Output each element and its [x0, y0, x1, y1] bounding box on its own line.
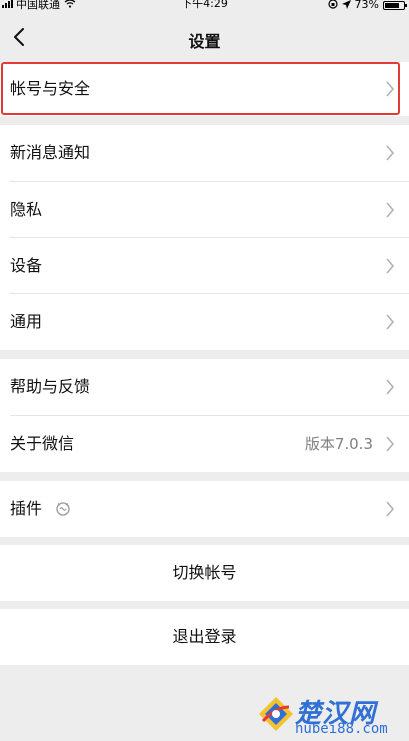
switch-account-button[interactable]: 切换帐号	[0, 545, 409, 601]
watermark-logo-icon	[259, 697, 293, 731]
status-right: 73%	[327, 0, 407, 11]
chevron-right-icon	[386, 145, 395, 161]
battery-icon	[383, 1, 407, 10]
row-about-wechat[interactable]: 关于微信 版本7.0.3	[0, 416, 409, 472]
orientation-lock-icon	[327, 0, 338, 11]
row-privacy[interactable]: 隐私	[0, 182, 409, 238]
watermark-domain: hubei88.com	[295, 721, 388, 737]
row-label: 关于微信	[10, 434, 75, 453]
version-value: 版本7.0.3	[304, 435, 373, 453]
general-group: 新消息通知 隐私 设备 通用	[0, 125, 409, 350]
chevron-right-icon	[386, 314, 395, 330]
navigation-bar: 设置	[0, 14, 409, 62]
row-help-feedback[interactable]: 帮助与反馈	[0, 359, 409, 415]
row-general[interactable]: 通用	[0, 294, 409, 350]
plugin-badge-icon	[56, 502, 70, 516]
chevron-right-icon	[386, 258, 395, 274]
plugins-group: 插件	[0, 481, 409, 537]
logout-button[interactable]: 退出登录	[0, 609, 409, 665]
highlight-box	[1, 62, 400, 115]
about-group: 帮助与反馈 关于微信 版本7.0.3	[0, 359, 409, 472]
page-title: 设置	[188, 32, 221, 51]
location-icon	[341, 0, 351, 11]
row-label: 帮助与反馈	[10, 377, 91, 396]
row-new-message-notifications[interactable]: 新消息通知	[0, 125, 409, 181]
chevron-right-icon	[386, 202, 395, 218]
row-label: 隐私	[10, 200, 43, 219]
chevron-right-icon	[386, 501, 395, 517]
chevron-right-icon	[386, 379, 395, 395]
row-plugins[interactable]: 插件	[0, 481, 409, 537]
row-label: 新消息通知	[10, 143, 91, 162]
chevron-right-icon	[386, 436, 395, 452]
battery-percent: 73%	[354, 0, 379, 11]
row-label: 插件	[10, 499, 43, 518]
row-label: 通用	[10, 312, 43, 331]
status-bar: 中国联通 下午4:29 73%	[0, 0, 409, 14]
watermark: 楚汉网 hubei88.com	[255, 693, 405, 739]
row-devices[interactable]: 设备	[0, 238, 409, 294]
settings-page: 中国联通 下午4:29 73% 设置 帐号与安全 新消息通知 隐私 设备 通用 …	[0, 0, 409, 741]
row-label: 设备	[10, 256, 43, 275]
